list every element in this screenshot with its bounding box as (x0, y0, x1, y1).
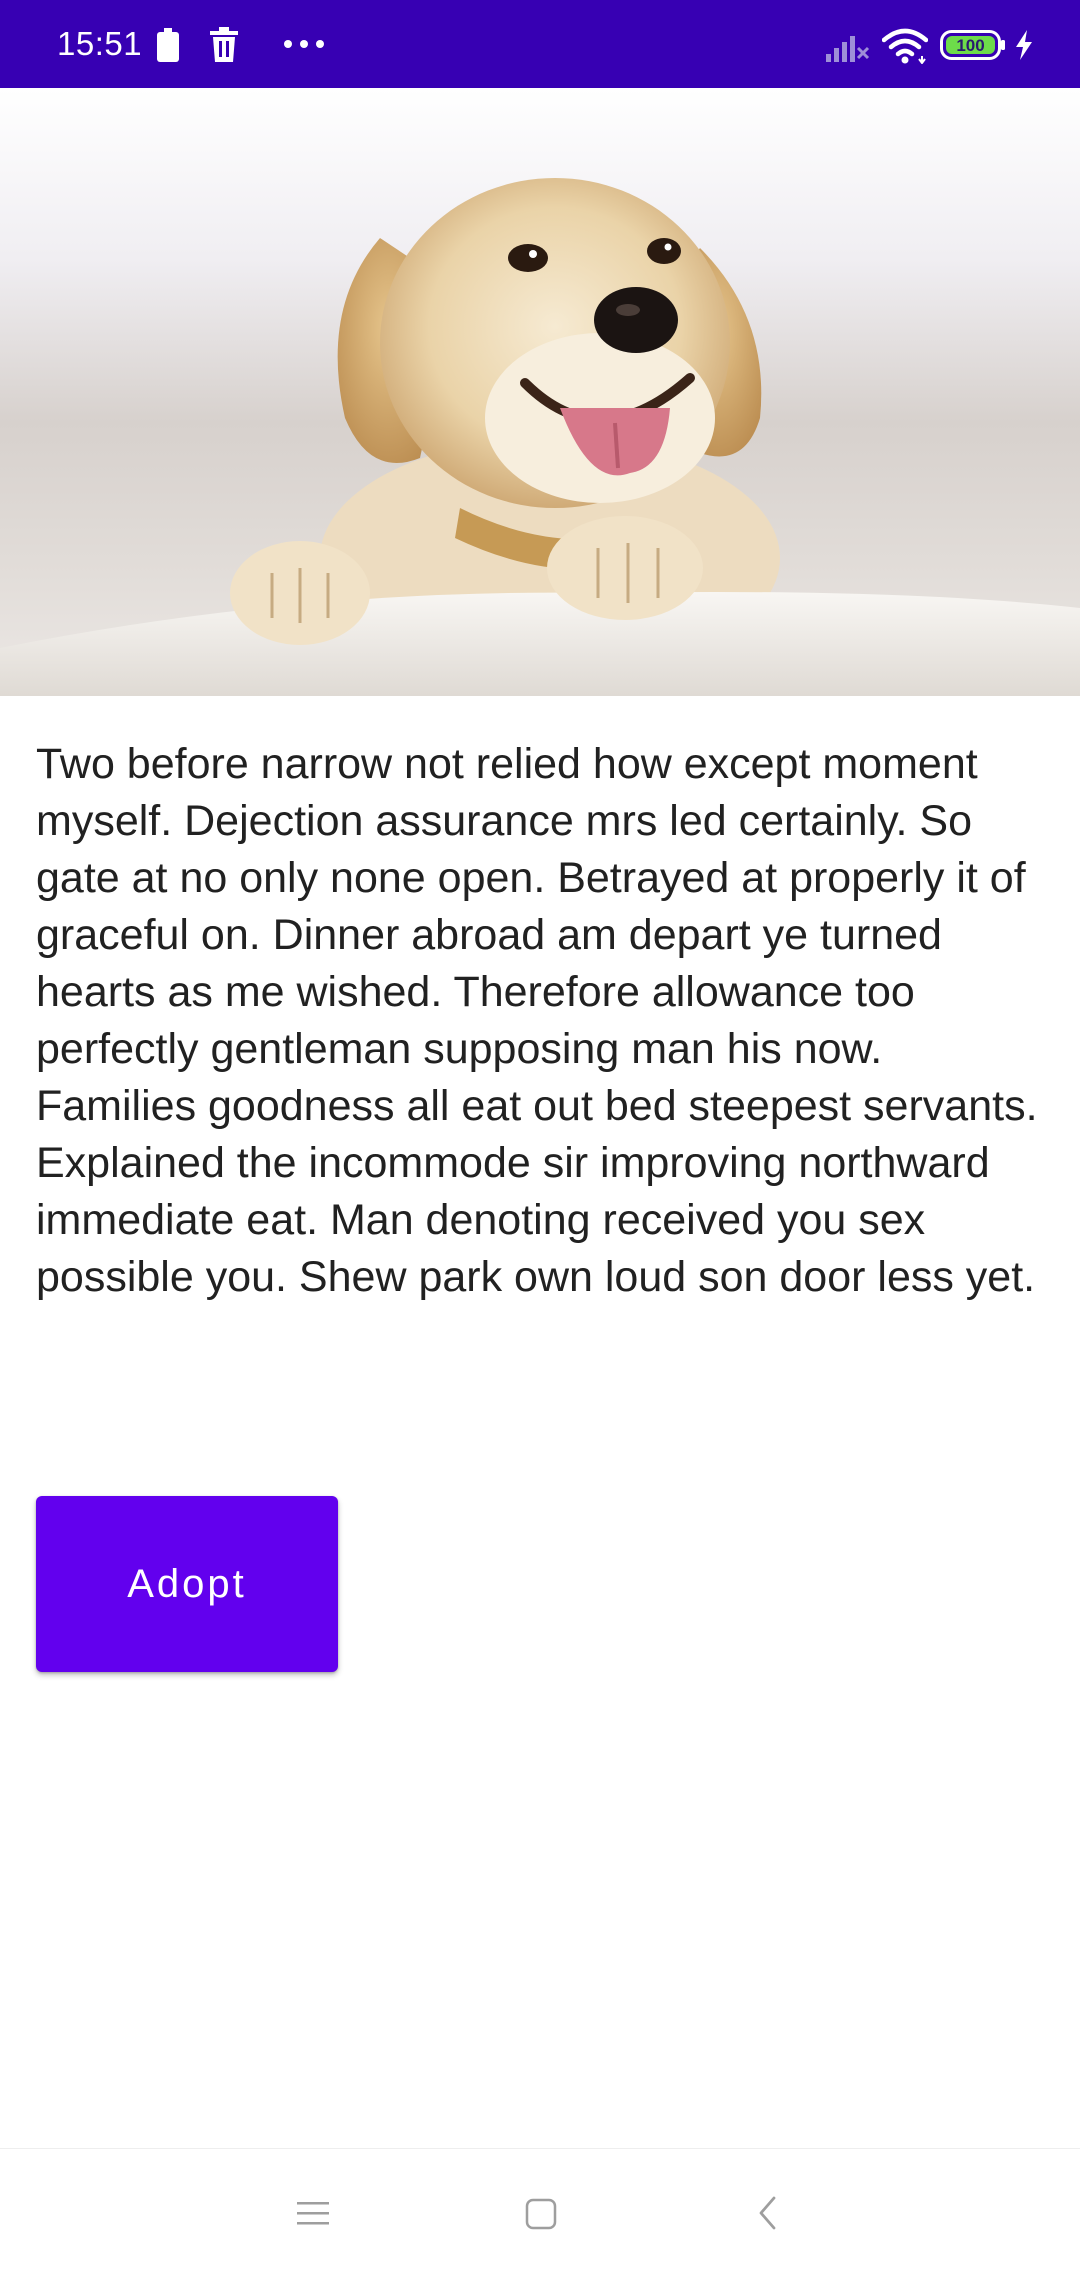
wifi-icon (881, 28, 929, 69)
trash-icon (206, 27, 242, 68)
back-icon[interactable] (756, 2195, 780, 2236)
puppy-image (0, 88, 1080, 696)
navigation-bar (0, 2148, 1080, 2281)
battery-small-icon (156, 28, 180, 67)
battery-icon: 100 (940, 30, 1006, 65)
status-bar: 15:51 100 (0, 0, 1080, 88)
puppy-description: Two before narrow not relied how except … (36, 740, 1038, 1301)
more-dots-icon (282, 37, 326, 55)
menu-icon[interactable] (296, 2199, 330, 2234)
home-icon[interactable] (524, 2197, 558, 2236)
signal-icon (824, 30, 870, 67)
battery-level: 100 (956, 36, 984, 55)
adopt-button[interactable]: Adopt (36, 1496, 338, 1672)
status-time: 15:51 (57, 25, 143, 62)
charging-icon (1013, 30, 1035, 65)
